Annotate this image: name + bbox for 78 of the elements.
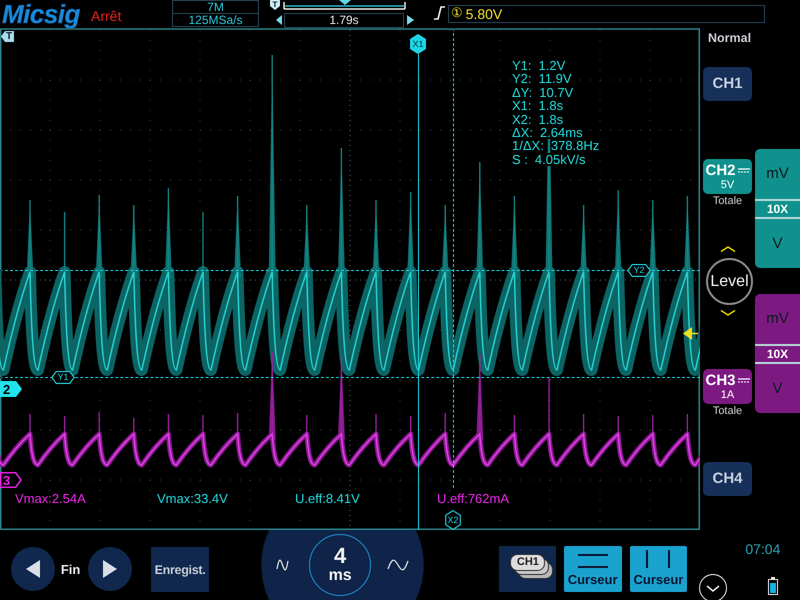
horizontal-lines-icon bbox=[578, 554, 608, 568]
readout-label: ΔX: bbox=[512, 126, 533, 140]
timebase-dial[interactable]: 4 ms bbox=[309, 534, 372, 596]
coupling-label: Totale bbox=[712, 195, 744, 207]
readout-label: X2: bbox=[512, 112, 532, 126]
time-position-value: 1.79s bbox=[284, 12, 404, 28]
readout-value: 1.8s bbox=[538, 112, 564, 126]
readout-label: Y1: bbox=[512, 59, 532, 72]
channel-button[interactable]: CH3 1A bbox=[703, 369, 752, 404]
channel-marker[interactable]: 3 bbox=[0, 472, 22, 488]
channel-button[interactable]: CH2 5V bbox=[703, 159, 752, 194]
battery-icon bbox=[768, 577, 778, 595]
scale-value: 5V bbox=[720, 178, 734, 190]
chevron-up-icon[interactable] bbox=[720, 246, 736, 252]
next-button[interactable] bbox=[88, 547, 132, 591]
channel-marker[interactable]: 2 bbox=[0, 381, 22, 397]
measurement-value: U.eff:8.41V bbox=[295, 491, 361, 506]
dc-coupling-icon bbox=[738, 378, 750, 383]
vertical-lines-icon bbox=[646, 550, 670, 568]
collapse-button[interactable] bbox=[699, 574, 728, 600]
right-triangle-icon bbox=[102, 560, 117, 578]
sine-wave-icon bbox=[276, 558, 290, 572]
readout-value: 4.05kV/s bbox=[534, 152, 586, 166]
right-arrow-icon[interactable] bbox=[407, 15, 414, 25]
readout-value: 11.9V bbox=[538, 72, 572, 86]
readout-label: S : bbox=[512, 152, 528, 166]
trigger-position-marker[interactable]: T bbox=[270, 0, 280, 10]
memory-depth: 7M bbox=[206, 1, 225, 13]
trigger-source: ① bbox=[451, 6, 463, 22]
timebase-unit: ms bbox=[328, 567, 352, 585]
clock: 07:04 bbox=[745, 542, 782, 557]
unit-button[interactable]: mV bbox=[755, 149, 800, 198]
trigger-level-value: 5.80V bbox=[466, 6, 502, 22]
readout-value: 1.2V bbox=[538, 59, 566, 72]
chevron-down-icon[interactable] bbox=[720, 310, 736, 316]
left-triangle-icon bbox=[26, 560, 40, 578]
unit-button[interactable]: V bbox=[755, 218, 800, 268]
trigger-level-icon[interactable] bbox=[683, 327, 698, 340]
record-button[interactable]: Enregist. bbox=[150, 547, 210, 592]
cursor-handle[interactable]: X2 bbox=[445, 510, 461, 530]
navigation-label: Fin bbox=[60, 562, 82, 577]
scale-value: 1A bbox=[720, 388, 734, 400]
measurement-value: Vmax:2.54A bbox=[15, 491, 87, 506]
channel-stack-button[interactable]: CH1 bbox=[498, 546, 556, 592]
probe-ratio: 10X bbox=[755, 344, 800, 364]
run-status: Arrêt bbox=[91, 9, 122, 24]
readout-label: X1: bbox=[512, 99, 532, 113]
readout-value: 1.8s bbox=[538, 99, 564, 113]
timebase-value: 4 bbox=[334, 545, 346, 567]
coupling-label: Totale bbox=[712, 405, 744, 417]
cursor-button[interactable]: Curseur bbox=[630, 546, 688, 592]
level-knob[interactable]: Level bbox=[706, 258, 753, 305]
left-arrow-icon[interactable] bbox=[276, 15, 282, 25]
readout-value: 378.8Hz bbox=[550, 139, 600, 153]
channel-tag: CH1 bbox=[510, 554, 554, 580]
sine-wave-icon bbox=[387, 558, 410, 572]
channel-button[interactable]: CH4 bbox=[703, 462, 752, 496]
measurement-value: Vmax:33.4V bbox=[157, 491, 229, 506]
timebase-knob[interactable]: 4 ms bbox=[261, 530, 424, 600]
trigger-mode: Normal bbox=[708, 31, 752, 46]
trigger-position-marker[interactable]: T bbox=[1, 31, 14, 42]
cursor-button[interactable]: Curseur bbox=[564, 546, 622, 592]
readout-label: 1/ΔX: bbox=[512, 139, 544, 153]
readout-label: ΔY: bbox=[512, 86, 532, 100]
cursor-handle[interactable]: X1 bbox=[410, 34, 426, 54]
cursor-handle[interactable]: Y2 bbox=[627, 264, 651, 277]
probe-ratio: 10X bbox=[755, 198, 800, 218]
readout-label: Y2: bbox=[512, 72, 532, 86]
rising-edge-icon bbox=[434, 6, 445, 20]
cursor-handle[interactable]: Y1 bbox=[51, 371, 75, 384]
channel-button[interactable]: CH1 bbox=[703, 67, 752, 101]
readout-value: 2.64ms bbox=[540, 126, 583, 140]
dc-coupling-icon bbox=[738, 168, 750, 173]
readout-value: 10.7V bbox=[539, 86, 574, 100]
sample-rate: 125MSa/s bbox=[173, 13, 258, 26]
previous-button[interactable] bbox=[11, 547, 55, 591]
measurement-value: U.eff:762mA bbox=[437, 491, 510, 506]
chevron-down-icon bbox=[706, 584, 720, 592]
